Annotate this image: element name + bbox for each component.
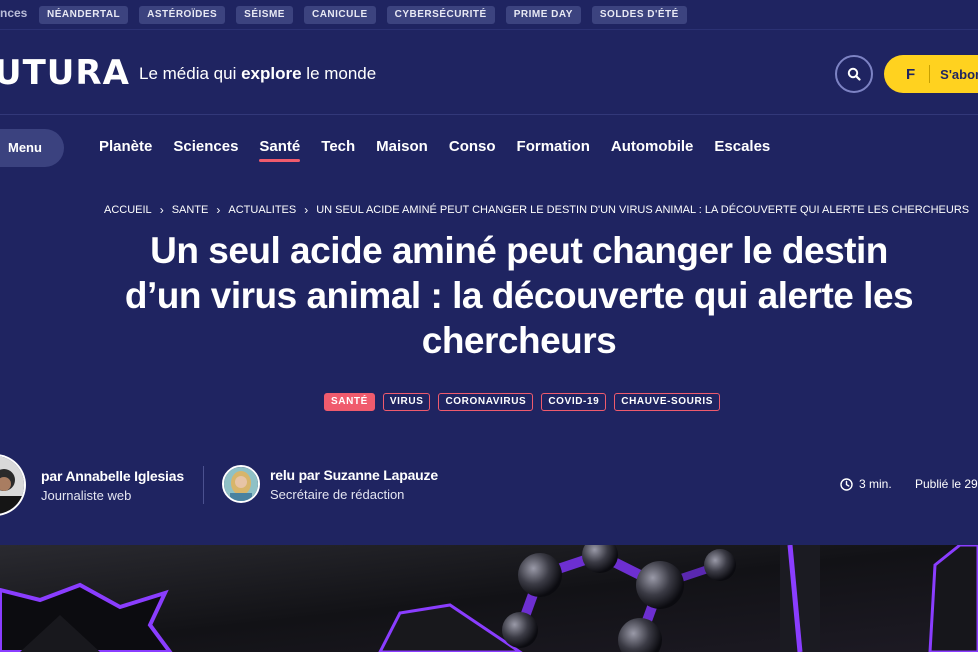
article-title-line-3: chercheurs	[421, 320, 617, 361]
article-title: Un seul acide aminé peut changer le dest…	[60, 228, 978, 363]
trending-tag-asteroides[interactable]: ASTÉROÏDES	[139, 6, 226, 24]
tag-covid-19[interactable]: COVID-19	[541, 393, 607, 411]
breadcrumb-current: UN SEUL ACIDE AMINÉ PEUT CHANGER LE DEST…	[316, 204, 970, 216]
author-avatar-image	[0, 456, 24, 514]
nav-item-planete[interactable]: Planète	[99, 138, 152, 155]
trending-tag-prime-day[interactable]: PRIME DAY	[505, 6, 581, 24]
nav-item-conso[interactable]: Conso	[449, 138, 496, 155]
breadcrumb-sante[interactable]: SANTE	[172, 204, 209, 216]
site-tagline: Le média qui explore le monde	[139, 64, 376, 84]
published-date: Publié le 29	[915, 477, 978, 491]
author-name[interactable]: par Annabelle Iglesias	[41, 468, 184, 484]
trending-tag-seisme[interactable]: SÉISME	[236, 6, 293, 24]
nav-item-tech[interactable]: Tech	[321, 138, 355, 155]
site-header: UTURA Le média qui explore le monde F S'…	[0, 30, 978, 115]
tagline-pre: Le média qui	[139, 64, 242, 83]
read-time: 3 min.	[840, 477, 892, 491]
read-time-value: 3 min.	[859, 477, 892, 491]
reviewer-text: relu par Suzanne Lapauze Secrétaire de r…	[270, 467, 438, 502]
breadcrumb-actualites[interactable]: ACTUALITES	[228, 204, 296, 216]
trending-tag-canicule[interactable]: CANICULE	[303, 6, 376, 24]
chevron-right-icon: ›	[159, 203, 164, 217]
chevron-right-icon: ›	[304, 203, 309, 217]
nav-item-maison[interactable]: Maison	[376, 138, 428, 155]
nav-item-automobile[interactable]: Automobile	[611, 138, 694, 155]
breadcrumb-home[interactable]: ACCUEIL	[104, 204, 152, 216]
tag-chauve-souris[interactable]: CHAUVE-SOURIS	[614, 393, 720, 411]
nav-item-formation[interactable]: Formation	[517, 138, 590, 155]
chevron-right-icon: ›	[216, 203, 221, 217]
tagline-post: le monde	[301, 64, 377, 83]
trending-tags: NÉANDERTAL ASTÉROÏDES SÉISME CANICULE CY…	[39, 6, 687, 24]
trending-tag-soldes-ete[interactable]: SOLDES D'ÉTÉ	[591, 6, 687, 24]
article-tags: SANTÉ VIRUS CORONAVIRUS COVID-19 CHAUVE-…	[324, 393, 720, 411]
trending-label: nces	[0, 6, 28, 20]
article-title-line-1: Un seul acide aminé peut changer le dest…	[150, 230, 888, 271]
reviewer-block[interactable]: relu par Suzanne Lapauze Secrétaire de r…	[222, 465, 438, 503]
tag-virus[interactable]: VIRUS	[382, 393, 431, 411]
trending-tag-neandertal[interactable]: NÉANDERTAL	[39, 6, 129, 24]
nav-item-sciences[interactable]: Sciences	[173, 138, 238, 155]
tag-sante[interactable]: SANTÉ	[324, 393, 375, 411]
subscribe-button[interactable]: F S'abonner	[884, 55, 978, 93]
tag-coronavirus[interactable]: CORONAVIRUS	[438, 393, 534, 411]
search-button[interactable]	[835, 55, 873, 93]
article-title-line-2: d’un virus animal : la découverte qui al…	[124, 275, 914, 316]
nav-item-sante[interactable]: Santé	[259, 138, 300, 162]
subscribe-divider	[929, 65, 931, 83]
reviewer-name[interactable]: relu par Suzanne Lapauze	[270, 467, 438, 483]
reviewer-avatar-image	[224, 467, 258, 501]
author-avatar	[0, 454, 26, 516]
hero-image	[0, 545, 978, 652]
trending-tag-cybersecurite[interactable]: CYBERSÉCURITÉ	[386, 6, 495, 24]
main-nav: Menu Planète Sciences Santé Tech Maison …	[0, 116, 978, 178]
author-divider	[203, 466, 204, 504]
author-role: Journaliste web	[41, 487, 132, 503]
tagline-bold: explore	[241, 64, 302, 83]
hero-illustration	[0, 545, 978, 652]
author-block[interactable]: par Annabelle Iglesias Journaliste web	[0, 454, 184, 516]
nav-item-escales[interactable]: Escales	[714, 138, 770, 155]
subscribe-logo-letter: F	[906, 65, 916, 83]
nav-items: Planète Sciences Santé Tech Maison Conso…	[99, 138, 770, 162]
reviewer-avatar	[222, 465, 260, 503]
author-text: par Annabelle Iglesias Journaliste web	[41, 468, 184, 503]
reviewer-role: Secrétaire de rédaction	[270, 486, 405, 502]
search-icon	[847, 67, 861, 81]
breadcrumb: ACCUEIL › SANTE › ACTUALITES › UN SEUL A…	[104, 203, 969, 217]
site-logo[interactable]: UTURA	[0, 53, 130, 93]
trending-bar: nces NÉANDERTAL ASTÉROÏDES SÉISME CANICU…	[0, 0, 978, 30]
subscribe-label: S'abonner	[940, 66, 978, 82]
menu-button[interactable]: Menu	[0, 129, 64, 167]
clock-icon	[840, 477, 853, 491]
